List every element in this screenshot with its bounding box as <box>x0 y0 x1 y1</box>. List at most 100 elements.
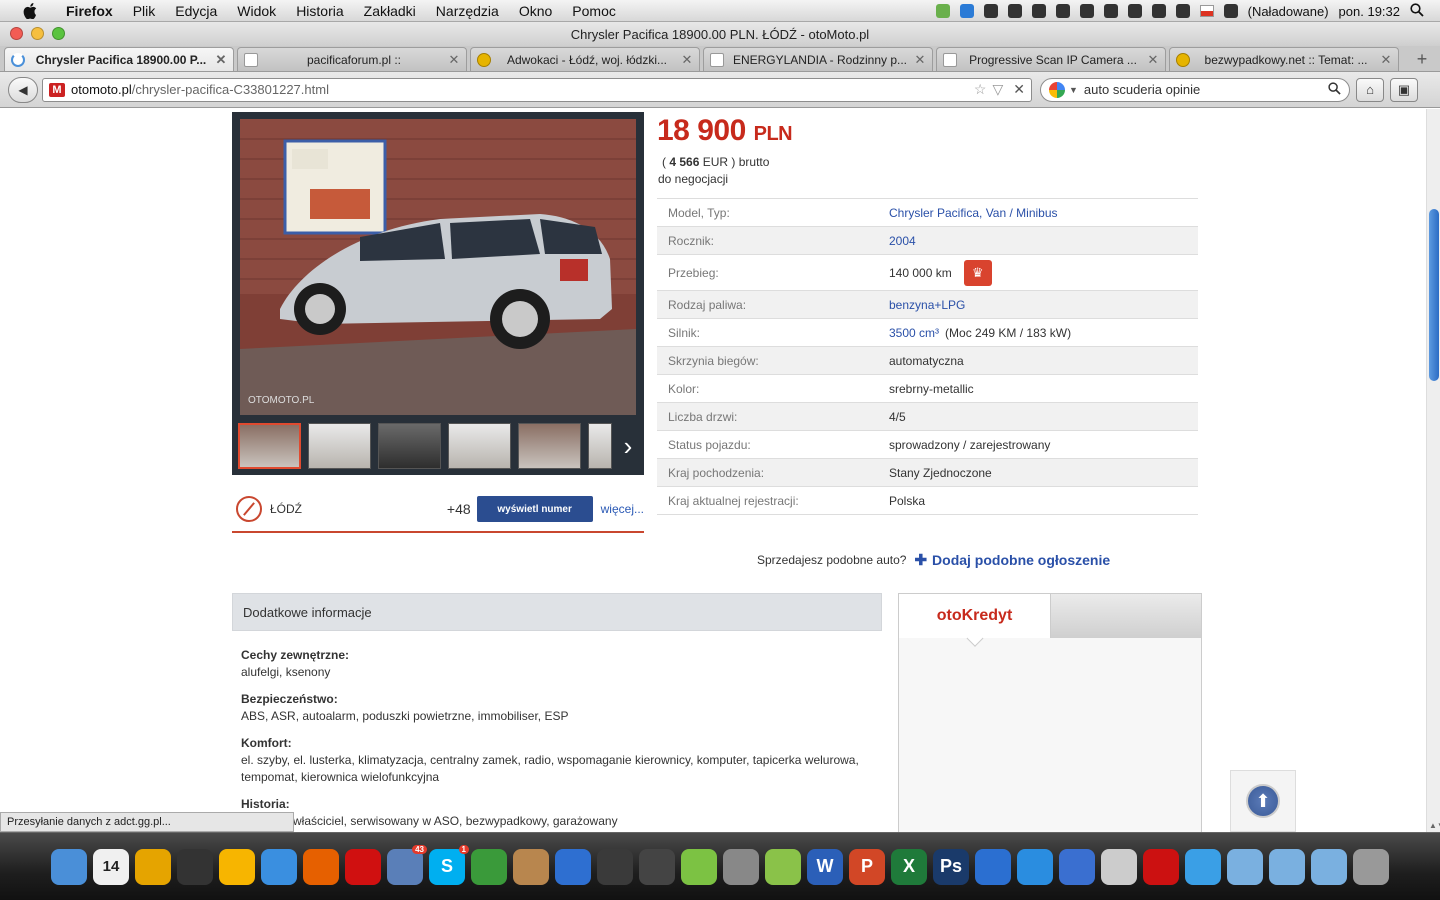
music-icon[interactable] <box>639 848 675 885</box>
close-tab-icon[interactable]: ✕ <box>681 52 693 68</box>
thumbnail-4[interactable] <box>448 423 511 469</box>
opera-icon[interactable] <box>345 848 381 885</box>
prefs-icon[interactable] <box>723 848 759 885</box>
folder3-icon[interactable] <box>1311 848 1347 885</box>
sync-icon[interactable] <box>1055 4 1070 18</box>
player-icon[interactable] <box>681 848 717 885</box>
dashboard-icon[interactable] <box>177 848 213 885</box>
photoshop-icon[interactable]: Ps <box>933 848 969 885</box>
clock[interactable]: pon. 19:32 <box>1339 4 1400 19</box>
menu-zakladki[interactable]: Zakładki <box>354 3 426 19</box>
history-dropdown-icon[interactable]: ▽ <box>992 81 1003 98</box>
scroll-arrows-icon[interactable]: ▲▼ <box>1429 821 1440 830</box>
close-tab-icon[interactable]: ✕ <box>1380 52 1392 68</box>
google-icon[interactable] <box>1049 81 1065 98</box>
thumbnail-2[interactable] <box>308 423 371 469</box>
addons-button[interactable]: ▣ <box>1390 77 1418 102</box>
trash-icon[interactable] <box>1353 848 1389 885</box>
show-number-button[interactable]: wyświetl numer <box>476 496 593 522</box>
itunes-icon[interactable] <box>555 848 591 885</box>
chevron-right-icon[interactable]: › <box>616 431 640 465</box>
param-value-link[interactable]: Chrysler Pacifica, Van / Minibus <box>889 206 1198 220</box>
close-tab-icon[interactable]: ✕ <box>448 52 460 68</box>
engine-dropdown-icon[interactable]: ▼ <box>1069 85 1078 95</box>
thumbnail-5[interactable] <box>518 423 581 469</box>
home-button[interactable]: ⌂ <box>1356 77 1384 102</box>
main-photo[interactable]: OTOMOTO.PL <box>240 119 636 415</box>
volume-icon[interactable] <box>1175 4 1190 18</box>
scrollbar-thumb[interactable] <box>1429 209 1439 381</box>
param-value-link[interactable]: benzyna+LPG <box>889 298 1198 312</box>
menu-widok[interactable]: Widok <box>227 3 286 19</box>
fire-icon[interactable]: ♛ <box>963 259 992 286</box>
dropbox-icon[interactable] <box>959 4 974 18</box>
close-tab-icon[interactable]: ✕ <box>914 52 926 68</box>
time-machine-icon[interactable] <box>1103 4 1118 18</box>
scroll-to-top-button[interactable]: ⬆ <box>1230 770 1296 832</box>
minimize-window-button[interactable] <box>31 27 44 40</box>
bookmark-star-icon[interactable]: ☆ <box>974 81 987 98</box>
stop-icon[interactable]: ✕ <box>1013 81 1025 98</box>
search-query[interactable]: auto scuderia opinie <box>1084 82 1328 97</box>
firefox-icon[interactable] <box>303 848 339 885</box>
drop-icon[interactable] <box>975 848 1011 885</box>
more-link[interactable]: więcej... <box>601 502 644 516</box>
thumbnail-6[interactable] <box>588 423 612 469</box>
mail-icon[interactable]: 43 <box>387 844 427 885</box>
safari-icon[interactable] <box>261 848 297 885</box>
sp-icon[interactable] <box>1059 848 1095 885</box>
preview-icon[interactable] <box>1101 848 1137 885</box>
tab-otomoto[interactable]: Chrysler Pacifica 18900.00 P... ✕ <box>4 47 234 71</box>
tab-adwokaci[interactable]: Adwokaci - Łódź, woj. łódzki... ✕ <box>470 47 700 71</box>
menu-pomoc[interactable]: Pomoc <box>562 3 626 19</box>
thumbnail-3[interactable] <box>378 423 441 469</box>
search-icon[interactable] <box>1328 81 1341 98</box>
wifi-icon[interactable] <box>1151 4 1166 18</box>
tab-energylandia[interactable]: ENERGYLANDIA - Rodzinny p... ✕ <box>703 47 933 71</box>
input-source-flag-icon[interactable] <box>1199 5 1214 17</box>
new-tab-button[interactable]: + <box>1410 48 1434 70</box>
close-tab-icon[interactable]: ✕ <box>215 52 227 68</box>
tab-bezwypadkowy[interactable]: bezwypadkowy.net :: Temat: ... ✕ <box>1169 47 1399 71</box>
tab-ip-camera[interactable]: Progressive Scan IP Camera ... ✕ <box>936 47 1166 71</box>
skype-icon[interactable]: S1 <box>429 844 469 885</box>
apple-icon[interactable] <box>20 2 40 19</box>
add-similar-link[interactable]: Dodaj podobne ogłoszenie <box>932 552 1110 568</box>
powerpoint-icon[interactable]: P <box>849 848 885 885</box>
android-icon[interactable] <box>765 848 801 885</box>
battery-icon[interactable] <box>1223 4 1238 18</box>
tools-icon[interactable] <box>1007 4 1022 18</box>
close-tab-icon[interactable]: ✕ <box>1147 52 1159 68</box>
finder-icon[interactable] <box>51 848 87 885</box>
word-icon[interactable]: W <box>807 848 843 885</box>
url-bar[interactable]: M otomoto.pl /chrysler-pacifica-C3380122… <box>42 77 1032 102</box>
spotlight-icon[interactable] <box>1410 2 1424 20</box>
battery-status[interactable]: (Naładowane) <box>1248 4 1329 19</box>
param-value-link[interactable]: 3500 cm³ <box>889 326 939 340</box>
param-value-link[interactable]: 2004 <box>889 234 1198 248</box>
adium-icon[interactable] <box>471 848 507 885</box>
menu-okno[interactable]: Okno <box>509 3 562 19</box>
sun-icon[interactable] <box>219 848 255 885</box>
audio-icon[interactable] <box>597 848 633 885</box>
addressbook-icon[interactable] <box>513 848 549 885</box>
paw-icon[interactable] <box>983 4 998 18</box>
calendar-icon[interactable]: 14 <box>93 848 129 885</box>
thumbnail-1[interactable] <box>238 423 301 469</box>
quicktime-icon[interactable] <box>1017 848 1053 885</box>
excel-icon[interactable]: X <box>891 848 927 885</box>
phone-icon[interactable] <box>1031 4 1046 18</box>
menu-plik[interactable]: Plik <box>123 3 166 19</box>
acrobat-icon[interactable] <box>1143 848 1179 885</box>
close-window-button[interactable] <box>10 27 23 40</box>
plus-icon[interactable]: ✚ <box>914 551 927 569</box>
evernote-icon[interactable] <box>935 4 950 18</box>
menu-app-name[interactable]: Firefox <box>56 3 123 19</box>
search-box[interactable]: ▼ auto scuderia opinie <box>1040 77 1350 102</box>
folder1-icon[interactable] <box>1227 848 1263 885</box>
back-button[interactable]: ◀ <box>8 76 38 103</box>
menu-narzedzia[interactable]: Narzędzia <box>426 3 509 19</box>
call-icon[interactable] <box>1079 4 1094 18</box>
zoom-window-button[interactable] <box>52 27 65 40</box>
bluetooth-icon[interactable] <box>1127 4 1142 18</box>
